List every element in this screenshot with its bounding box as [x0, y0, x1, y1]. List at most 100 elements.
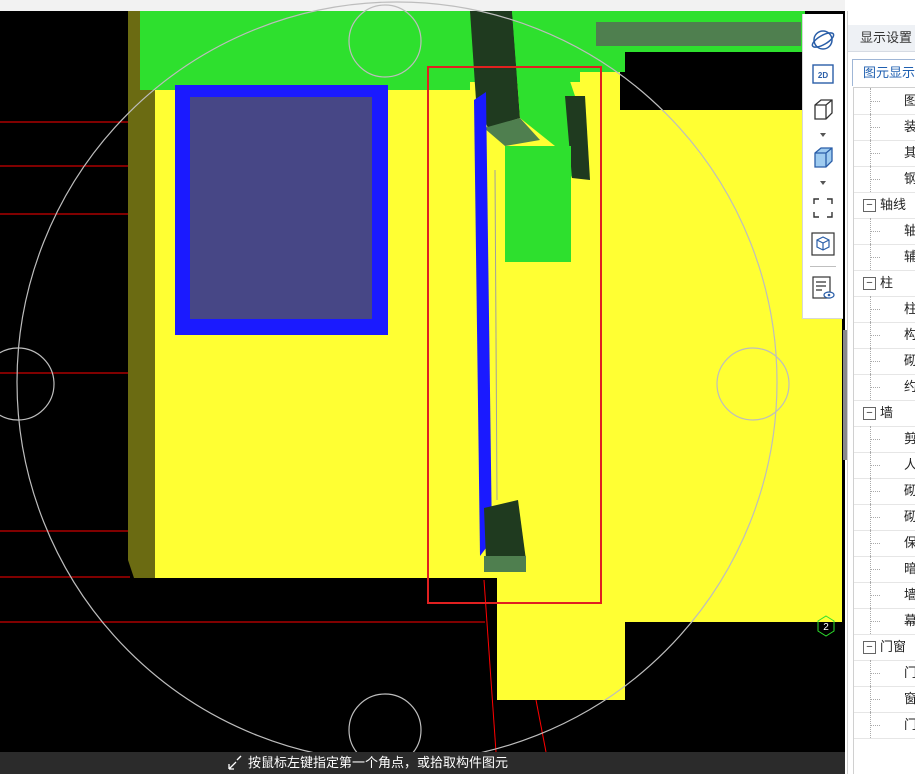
tree-item[interactable]: 辅 [854, 244, 915, 271]
tree-guide [870, 491, 880, 492]
tree-group[interactable]: − 墙 [854, 400, 915, 427]
tree-item[interactable]: 约 [854, 374, 915, 401]
window-glass [190, 97, 372, 319]
tree-guide [870, 595, 880, 596]
tree-item-label: 门 [904, 712, 915, 738]
tree-item-label: 构 [904, 322, 915, 348]
tree-group[interactable]: − 轴线 [854, 192, 915, 219]
tree-item[interactable]: 其 [854, 140, 915, 167]
tree-group-label: 柱 [880, 275, 894, 290]
tree-guide [870, 153, 880, 154]
tree-guide [870, 465, 880, 466]
display-settings-panel: 显示设置 图元显示 图装其钢−轴线轴辅−柱柱构砌约−墙剪人砌砌保暗墙幕−门窗门窗… [847, 11, 915, 774]
status-bar: 按鼠标左键指定第一个角点，或拾取构件图元 [0, 752, 845, 774]
tree-group[interactable]: − 柱 [854, 270, 915, 297]
tree-guide [870, 127, 880, 128]
scene-canvas[interactable]: 2 [0, 0, 845, 774]
tree-guide [870, 387, 880, 388]
wire-cube-icon [814, 99, 833, 120]
tree-item[interactable]: 保 [854, 530, 915, 557]
tree-guide [870, 621, 880, 622]
collapse-icon[interactable]: − [863, 199, 876, 212]
tree-group[interactable]: − 门窗 [854, 634, 915, 661]
orbit-button[interactable] [809, 26, 837, 54]
tree-item-label: 保 [904, 530, 915, 556]
tree-item[interactable]: 柱 [854, 296, 915, 323]
shaded-view-button[interactable] [809, 144, 837, 172]
tree-guide [870, 231, 880, 232]
tree-item-label: 砌 [904, 504, 915, 530]
caret-down-icon[interactable] [819, 132, 827, 138]
tree-item-label: 砌 [904, 478, 915, 504]
tree-item[interactable]: 轴 [854, 218, 915, 245]
tree-item[interactable]: 剪 [854, 426, 915, 453]
collapse-icon[interactable]: − [863, 641, 876, 654]
tree-item-label: 幕 [904, 608, 915, 634]
list-eye-icon [812, 276, 835, 299]
tree-item[interactable]: 墙 [854, 582, 915, 609]
fit-screen-button[interactable] [809, 194, 837, 222]
fullscreen-icon [813, 198, 833, 218]
tree-item[interactable]: 构 [854, 322, 915, 349]
tree-item-label: 墙 [904, 582, 915, 608]
tree-item-label: 轴 [904, 218, 915, 244]
corner-pick-icon [228, 755, 242, 770]
tree-guide [870, 439, 880, 440]
element-tree: 图装其钢−轴线轴辅−柱柱构砌约−墙剪人砌砌保暗墙幕−门窗门窗门 [853, 87, 915, 774]
tree-item-label: 门 [904, 660, 915, 686]
tree-guide [870, 543, 880, 544]
tree-item[interactable]: 暗 [854, 556, 915, 583]
tree-item-label: 辅 [904, 244, 915, 270]
tree-item[interactable]: 门 [854, 660, 915, 687]
tree-item[interactable]: 砌 [854, 478, 915, 505]
tree-item-label: 其 [904, 140, 915, 166]
tree-item[interactable]: 幕 [854, 608, 915, 635]
wireframe-view-button[interactable] [809, 96, 837, 124]
tree-item-label: 图 [904, 88, 915, 114]
toolbar-divider [810, 266, 836, 267]
tree-item-label: 柱 [904, 296, 915, 322]
tree-item[interactable]: 门 [854, 712, 915, 739]
tree-group-label: 轴线 [880, 197, 907, 212]
caret-down-icon[interactable] [819, 180, 827, 186]
tree-item-label: 人 [904, 452, 915, 478]
column-face [505, 146, 571, 262]
tree-item[interactable]: 装 [854, 114, 915, 141]
tree-item-label: 砌 [904, 348, 915, 374]
model-viewport[interactable]: 2 按鼠标左键指定第一个角点，或拾取构件图元 [0, 0, 845, 774]
tree-item[interactable]: 砌 [854, 504, 915, 531]
orbit-icon [811, 30, 835, 50]
tree-guide [870, 517, 880, 518]
top-beam-dark-strip [596, 22, 801, 46]
2d-view-button[interactable]: 2D [809, 60, 837, 88]
tree-item[interactable]: 窗 [854, 686, 915, 713]
tree-item[interactable]: 砌 [854, 348, 915, 375]
axis-marker-label: 2 [823, 622, 829, 633]
tree-item-label: 剪 [904, 426, 915, 452]
base-block-cap [484, 556, 526, 572]
2d-icon: 2D [812, 64, 834, 84]
tree-item[interactable]: 人 [854, 452, 915, 479]
solid-cube-icon [814, 147, 833, 168]
tree-guide [870, 569, 880, 570]
cube-box-icon [811, 232, 835, 256]
tree-item[interactable]: 钢 [854, 166, 915, 193]
tree-guide [870, 309, 880, 310]
tree-item[interactable]: 图 [854, 88, 915, 115]
status-hint: 按鼠标左键指定第一个角点，或拾取构件图元 [248, 755, 509, 770]
svg-text:2D: 2D [818, 71, 828, 80]
tree-guide [870, 725, 880, 726]
panel-title: 显示设置 [848, 25, 915, 52]
display-settings-button[interactable] [809, 274, 837, 302]
tree-guide [870, 101, 880, 102]
collapse-icon[interactable]: − [863, 407, 876, 420]
tree-group-label: 墙 [880, 405, 894, 420]
component-view-button[interactable] [809, 230, 837, 258]
tree-guide [870, 361, 880, 362]
tree-item-label: 装 [904, 114, 915, 140]
tree-guide [870, 179, 880, 180]
tree-guide [870, 335, 880, 336]
tab-element-display[interactable]: 图元显示 [852, 59, 915, 86]
tree-group-label: 门窗 [880, 639, 907, 654]
collapse-icon[interactable]: − [863, 277, 876, 290]
